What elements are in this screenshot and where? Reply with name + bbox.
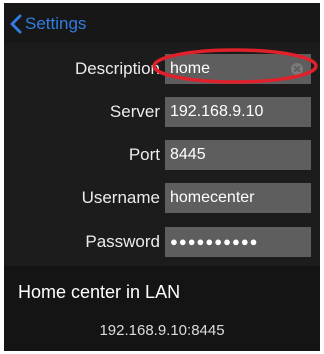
- settings-screen: Settings Description home Server 192.168…: [4, 3, 320, 351]
- username-field[interactable]: homecenter: [165, 183, 311, 213]
- description-label: Description: [74, 59, 160, 78]
- back-button-label: Settings: [25, 14, 87, 33]
- back-button[interactable]: Settings: [10, 13, 86, 35]
- chevron-left-icon: [10, 14, 22, 34]
- password-row: Password ●●●●●●●●●●: [4, 221, 320, 266]
- server-label: Server: [109, 102, 160, 121]
- clear-text-icon[interactable]: [291, 63, 303, 75]
- port-field[interactable]: 8445: [165, 140, 311, 170]
- description-field[interactable]: home: [165, 54, 311, 84]
- username-label: Username: [81, 188, 160, 207]
- port-label: Port: [128, 145, 160, 164]
- server-field[interactable]: 192.168.9.10: [165, 97, 311, 127]
- port-row: Port 8445: [4, 134, 320, 179]
- navigation-bar: Settings: [4, 3, 320, 43]
- server-row: Server 192.168.9.10: [4, 91, 320, 136]
- password-label: Password: [85, 232, 160, 251]
- lan-section-title: Home center in LAN: [18, 282, 181, 302]
- password-field[interactable]: ●●●●●●●●●●: [165, 227, 311, 257]
- username-row: Username homecenter: [4, 177, 320, 222]
- description-value: home: [170, 60, 211, 77]
- lan-address: 192.168.9.10:8445: [99, 322, 225, 339]
- description-row: Description home: [4, 48, 320, 93]
